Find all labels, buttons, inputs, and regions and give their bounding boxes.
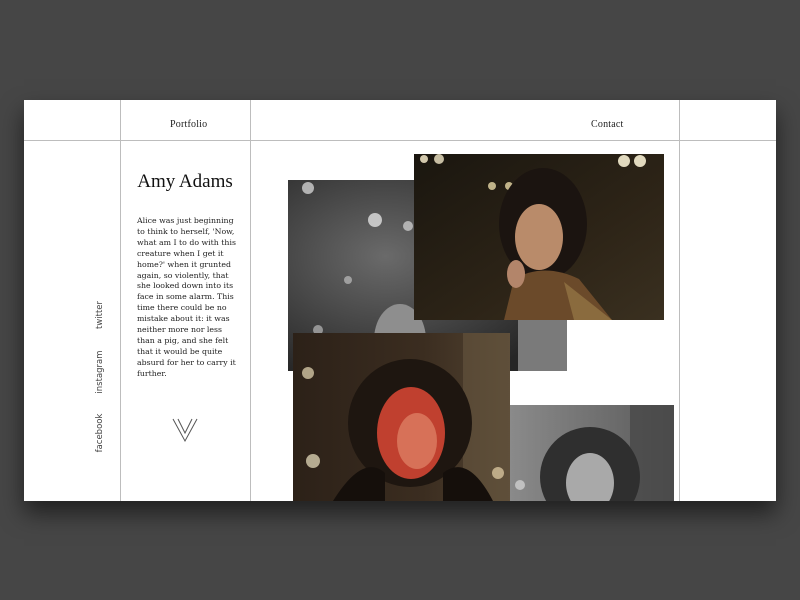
photo-color-top[interactable] <box>414 154 664 320</box>
facebook-link[interactable]: facebook <box>95 403 105 463</box>
v-logo-icon[interactable] <box>172 417 202 447</box>
photo-gray-bottom[interactable] <box>510 405 674 501</box>
instagram-link[interactable]: instagram <box>95 342 105 402</box>
profile-name: Amy Adams <box>137 171 233 192</box>
header-divider <box>24 140 776 141</box>
photo-color-bottom[interactable] <box>293 333 510 501</box>
nav-portfolio-link[interactable]: Portfolio <box>170 119 207 130</box>
column-divider-1 <box>120 100 121 501</box>
portfolio-card: Portfolio Contact twitter instagram face… <box>24 100 776 501</box>
column-divider-2 <box>250 100 251 501</box>
profile-bio: Alice was just beginning to think to her… <box>137 216 236 378</box>
column-divider-3 <box>679 100 680 501</box>
twitter-link[interactable]: twitter <box>95 285 105 345</box>
nav-contact-link[interactable]: Contact <box>591 119 624 130</box>
